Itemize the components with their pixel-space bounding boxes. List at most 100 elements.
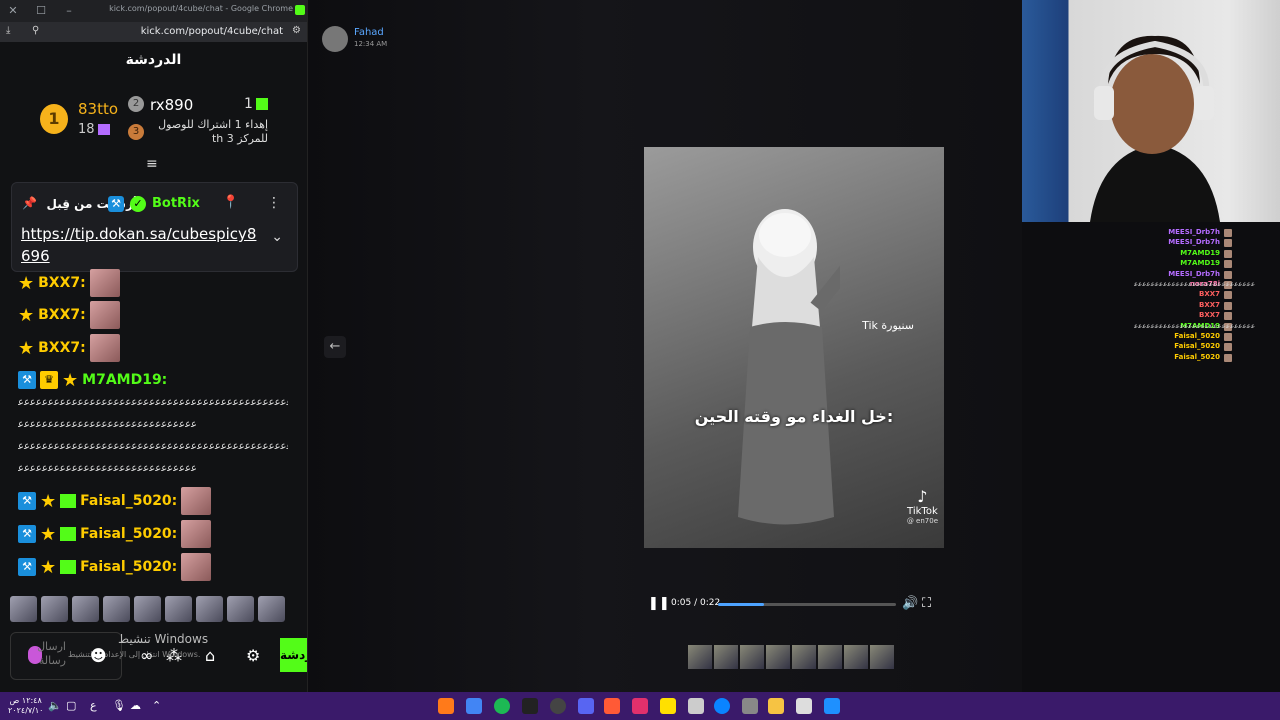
emote-icon xyxy=(1224,353,1232,362)
notepad-icon[interactable] xyxy=(796,698,812,714)
rank-1-medal: 1 xyxy=(40,104,68,134)
avatar[interactable] xyxy=(322,26,348,52)
emote-icon xyxy=(1224,312,1232,321)
browser-icon[interactable] xyxy=(604,698,620,714)
maximize-icon[interactable]: ☐ xyxy=(34,4,48,18)
store-icon[interactable]: ⌂ xyxy=(205,646,215,665)
instagram-icon[interactable] xyxy=(632,698,648,714)
emote-button[interactable] xyxy=(10,596,37,622)
emote-icon xyxy=(181,520,212,548)
chat-username[interactable]: M7AMD19: xyxy=(82,372,167,388)
users-icon[interactable]: ⁂ xyxy=(166,646,182,665)
sender-time: 12:34 AM xyxy=(354,40,388,48)
emote-button[interactable] xyxy=(103,596,130,622)
language-icon[interactable]: ع xyxy=(90,699,97,712)
firefox-icon[interactable] xyxy=(438,698,454,714)
emoji-icon[interactable]: ☻ xyxy=(90,646,107,665)
address-bar[interactable]: ⤓ ⚲ kick.com/popout/4cube/chat ⚙ xyxy=(0,22,307,42)
pause-icon[interactable]: ❚❚ xyxy=(648,596,670,611)
rank-1-name[interactable]: 83tto xyxy=(78,100,118,118)
fullscreen-icon[interactable]: ⛶ xyxy=(922,596,931,611)
gear-icon[interactable]: ⚙ xyxy=(246,646,260,665)
snapchat-icon[interactable] xyxy=(660,698,676,714)
chat-username[interactable]: BXX7: xyxy=(38,307,86,323)
emote-button[interactable] xyxy=(72,596,99,622)
close-icon[interactable]: ✕ xyxy=(6,4,20,18)
cloud-icon[interactable]: ☁ xyxy=(130,699,141,712)
emote-button[interactable] xyxy=(134,596,161,622)
terminal-icon[interactable] xyxy=(522,698,538,714)
overlay-username: Faisal_5020 xyxy=(1174,342,1220,351)
pinned-link[interactable]: https://tip.dokan.sa/cubespicy8696 xyxy=(21,223,261,267)
collapse-icon[interactable]: ≡ xyxy=(146,156,158,172)
chat-username[interactable]: Faisal_5020: xyxy=(80,559,177,575)
download-icon[interactable]: ⤓ xyxy=(6,25,10,36)
chat-message: ⚒ ★ Faisal_5020: xyxy=(18,486,212,516)
chevron-down-icon[interactable]: ⌄ xyxy=(271,229,283,245)
chat-username[interactable]: Faisal_5020: xyxy=(80,493,177,509)
sender-name[interactable]: Fahad xyxy=(354,27,384,38)
unpin-icon[interactable]: 📍 xyxy=(223,195,239,210)
speaker-icon[interactable]: 🔈 xyxy=(48,699,62,712)
gift-icon xyxy=(98,124,110,135)
overlay-username: BXX7 xyxy=(1199,311,1220,320)
chrome-icon[interactable] xyxy=(466,698,482,714)
emote-icon xyxy=(181,487,212,515)
chat-message: ★ BXX7: xyxy=(18,333,120,363)
emote-button[interactable] xyxy=(227,596,254,622)
star-icon: ★ xyxy=(18,272,35,294)
rank-3-medal: 3 xyxy=(128,124,144,140)
emote-button[interactable] xyxy=(165,596,192,622)
chat-username[interactable]: BXX7: xyxy=(38,275,86,291)
chat-message: ★ BXX7: xyxy=(18,300,120,330)
video-player[interactable]: Tik سنيورة خل الغداء مو وقته الحين: ♪ Ti… xyxy=(644,147,944,548)
webcam-feed xyxy=(1022,0,1280,222)
clock-time: ١٢:٤٨ ص xyxy=(9,696,42,705)
settings-icon[interactable]: ⚙ xyxy=(292,25,301,36)
overlay-username: M7AMD19 xyxy=(1180,259,1220,268)
obs-icon[interactable] xyxy=(550,698,566,714)
tiktok-label: TikTok xyxy=(907,506,938,517)
volume-icon[interactable]: 🔊 xyxy=(902,596,918,611)
emote-icon xyxy=(1224,260,1232,269)
rank-2-name[interactable]: rx890 xyxy=(150,96,193,114)
edge-icon[interactable] xyxy=(714,698,730,714)
minimize-icon[interactable]: – xyxy=(62,4,76,18)
folder-icon[interactable] xyxy=(768,698,784,714)
overlay-message: ﻋﻋﻋﻋﻋﻋﻋﻋﻋﻋﻋﻋﻋﻋﻋﻋﻋﻋﻋﻋﻋﻋﻋﻋﻋﻋﻋﻋﻋ xyxy=(1134,321,1256,330)
pinned-sender[interactable]: BotRix xyxy=(152,196,200,211)
spotify-icon[interactable] xyxy=(494,698,510,714)
chat-username[interactable]: BXX7: xyxy=(38,340,86,356)
overlay-username: BXX7 xyxy=(1199,300,1220,309)
infinity-icon[interactable]: ∞ xyxy=(140,646,153,665)
avatar xyxy=(740,645,764,669)
emote-button[interactable] xyxy=(41,596,68,622)
emote-button[interactable] xyxy=(258,596,285,622)
more-options-icon[interactable]: ⋮ xyxy=(267,195,281,211)
overlay-username: Faisal_5020 xyxy=(1174,352,1220,361)
avatar xyxy=(714,645,738,669)
video-progress[interactable] xyxy=(718,603,896,606)
chat-title: الدردشة xyxy=(125,52,182,68)
emote-icon xyxy=(1224,249,1232,258)
discord-icon[interactable] xyxy=(578,698,594,714)
chat-username[interactable]: Faisal_5020: xyxy=(80,526,177,542)
kick-extension-icon[interactable] xyxy=(295,5,305,15)
arrow-left-icon[interactable]: ← xyxy=(324,336,346,358)
send-button[interactable]: دردشة xyxy=(280,638,307,672)
chevron-up-icon[interactable]: ⌃ xyxy=(152,699,161,712)
chat-message-text: ﻋﻋﻋﻋﻋﻋﻋﻋﻋﻋﻋﻋﻋﻋﻋﻋﻋﻋﻋﻋﻋﻋﻋﻋﻋﻋﻋﻋﻋﻋﻋﻋﻋﻋﻋﻋﻋﻋﻋﻋ… xyxy=(18,397,288,408)
network-icon[interactable]: ▢ xyxy=(66,699,76,712)
avatar-strip xyxy=(688,645,894,669)
windows-start-icon[interactable] xyxy=(824,698,840,714)
video-controls: ❚❚ 0:05 / 0:22 🔊 ⛶ xyxy=(644,594,944,614)
editor-icon[interactable] xyxy=(742,698,758,714)
emote-button[interactable] xyxy=(196,596,223,622)
rank-2-count: 1 xyxy=(244,96,253,112)
moderator-icon: ⚒ xyxy=(18,492,36,510)
mic-icon[interactable]: 🎙 xyxy=(112,699,126,712)
overlay-username: MEESI_Drb7h xyxy=(1168,269,1220,278)
taskbar-clock[interactable]: ١٢:٤٨ ص ٢٠٢٤/٧/١٠ xyxy=(8,696,43,716)
messenger-icon[interactable] xyxy=(688,698,704,714)
search-icon[interactable]: ⚲ xyxy=(32,25,39,36)
